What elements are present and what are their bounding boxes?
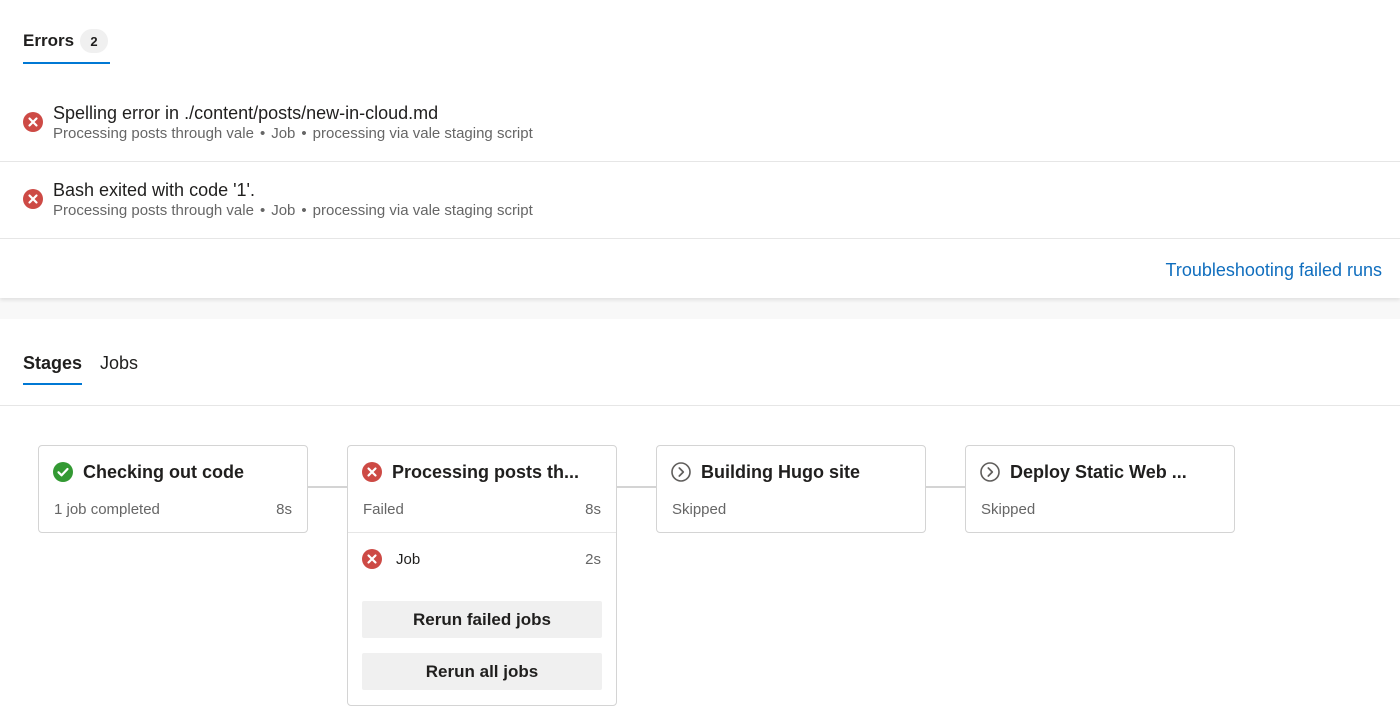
- error-meta-stage: Processing posts through vale: [53, 202, 254, 219]
- stage-duration: 8s: [276, 501, 292, 518]
- stage-connector: [308, 486, 348, 488]
- stage-status: 1 job completed: [54, 501, 160, 518]
- meta-separator: •: [259, 202, 266, 219]
- stage-status: Failed: [363, 501, 404, 518]
- tab-stages[interactable]: Stages: [23, 352, 83, 385]
- troubleshooting-link[interactable]: Troubleshooting failed runs: [1166, 258, 1382, 282]
- view-tabbar: Stages Jobs: [0, 319, 1400, 406]
- rerun-failed-jobs-button[interactable]: Rerun failed jobs: [362, 601, 602, 638]
- job-name: Job: [396, 551, 421, 568]
- tab-jobs[interactable]: Jobs: [100, 352, 138, 383]
- skipped-circle-icon: [980, 462, 1000, 482]
- error-circle-icon: [362, 462, 382, 482]
- stage-status: Skipped: [672, 501, 727, 518]
- error-meta-stage: Processing posts through vale: [53, 125, 254, 142]
- error-meta: Processing posts through vale • Job • proces…: [53, 201, 533, 221]
- stage-card-processing-posts[interactable]: Processing posts th... Failed 8s Job 2s …: [347, 445, 617, 706]
- skipped-circle-icon: [671, 462, 691, 482]
- errors-panel: Errors 2 Spelling error in ./content/pos…: [0, 0, 1400, 298]
- errors-count-badge: 2: [80, 29, 109, 53]
- stage-card-deploy-static-web[interactable]: Deploy Static Web ... Skipped: [965, 445, 1235, 533]
- error-circle-icon: [23, 189, 43, 209]
- stage-connector: [926, 486, 966, 488]
- stage-name: Processing posts th...: [392, 462, 580, 482]
- error-title: Bash exited with code '1'.: [53, 180, 255, 200]
- errors-tab-label: Errors: [23, 31, 75, 50]
- error-circle-icon: [362, 549, 382, 569]
- job-duration: 2s: [585, 551, 601, 568]
- error-circle-icon: [23, 112, 43, 132]
- stage-name: Deploy Static Web ...: [1010, 462, 1187, 482]
- stage-card-checking-out-code[interactable]: Checking out code 1 job completed 8s: [38, 445, 308, 533]
- error-meta: Processing posts through vale • Job • proces…: [53, 124, 533, 144]
- check-circle-icon: [53, 462, 73, 482]
- stages-panel: Stages Jobs Checking out code 1 job comp…: [0, 319, 1400, 721]
- stage-card-building-hugo-site[interactable]: Building Hugo site Skipped: [656, 445, 926, 533]
- error-item[interactable]: Bash exited with code '1'. Processing po…: [0, 162, 1400, 239]
- stage-status: Skipped: [981, 501, 1036, 518]
- error-meta-step: processing via vale staging script: [312, 125, 533, 142]
- stage-divider: [348, 532, 616, 533]
- error-meta-step: processing via vale staging script: [312, 202, 533, 219]
- stage-name: Checking out code: [83, 462, 245, 482]
- stage-connector: [617, 486, 657, 488]
- meta-separator: •: [301, 202, 307, 219]
- error-meta-job: Job: [271, 125, 296, 142]
- error-item[interactable]: Spelling error in ./content/posts/new-in…: [0, 85, 1400, 162]
- rerun-all-jobs-button[interactable]: Rerun all jobs: [362, 653, 602, 690]
- error-title: Spelling error in ./content/posts/new-in…: [53, 103, 439, 123]
- meta-separator: •: [259, 125, 266, 142]
- tab-errors[interactable]: Errors 2: [23, 29, 111, 64]
- job-row[interactable]: Job 2s: [348, 539, 616, 579]
- meta-separator: •: [301, 125, 307, 142]
- error-meta-job: Job: [271, 202, 296, 219]
- stage-duration: 8s: [585, 501, 601, 518]
- stage-name: Building Hugo site: [701, 462, 860, 482]
